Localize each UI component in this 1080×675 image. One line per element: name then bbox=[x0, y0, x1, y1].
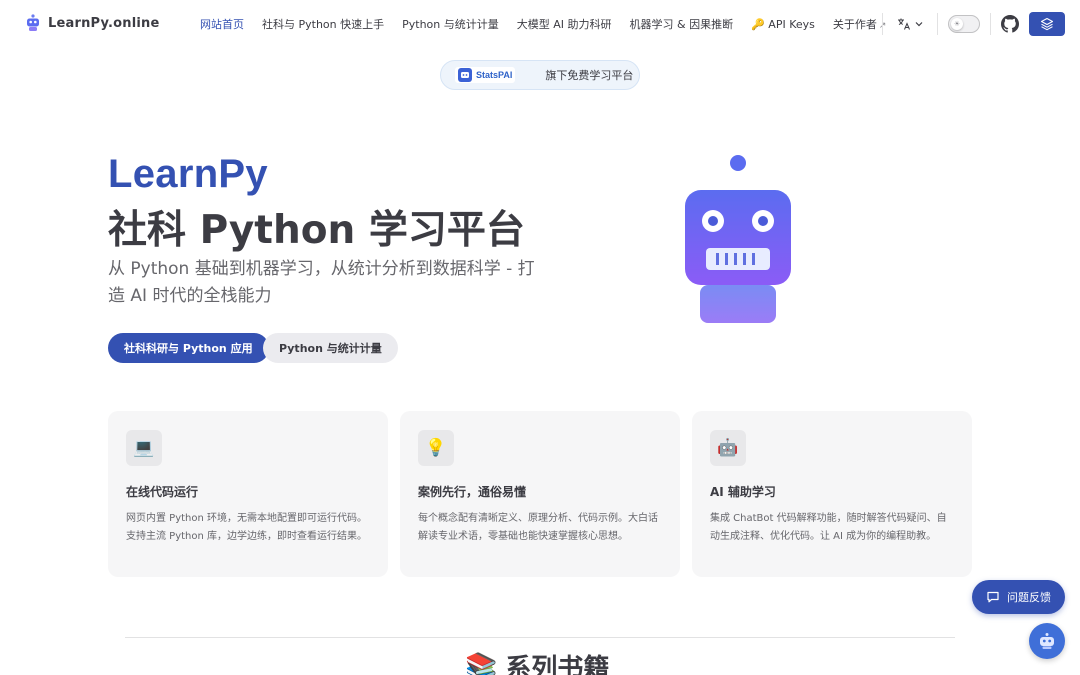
feature-cards: 💻 在线代码运行 网页内置 Python 环境，无需本地配置即可运行代码。支持主… bbox=[108, 411, 972, 577]
nav-link-llm-research[interactable]: 大模型 AI 助力科研 bbox=[517, 16, 612, 32]
feature-title: 案例先行，通俗易懂 bbox=[418, 485, 527, 499]
nav-tools: ☀ bbox=[872, 12, 1065, 36]
statspai-logo: StatsPAI bbox=[455, 67, 516, 83]
statspai-logo-icon bbox=[458, 68, 472, 82]
books-icon: 📚 bbox=[465, 651, 498, 675]
hero-secondary-button[interactable]: Python 与统计计量 bbox=[263, 333, 398, 363]
robot-icon: 🤖 bbox=[710, 430, 746, 466]
banner-text: 旗下免费学习平台 bbox=[545, 69, 634, 82]
books-section-title: 系列书籍 bbox=[505, 654, 610, 675]
robot-logo-icon bbox=[27, 14, 39, 31]
feature-card-case-first: 💡 案例先行，通俗易懂 每个概念配有清晰定义、原理分析、代码示例。大白话解读专业… bbox=[400, 411, 680, 577]
laptop-icon: 💻 bbox=[126, 430, 162, 466]
feature-card-ai-assist: 🤖 AI 辅助学习 集成 ChatBot 代码解释功能，随时解答代码疑问、自动生… bbox=[692, 411, 972, 577]
nav-links: 网站首页 社科与 Python 快速上手 Python 与统计计量 大模型 AI… bbox=[200, 16, 904, 32]
sun-icon: ☀ bbox=[951, 18, 963, 30]
statspai-banner[interactable]: StatsPAI 旗下免费学习平台 bbox=[440, 60, 640, 90]
nav-divider bbox=[882, 13, 883, 35]
books-section-heading: 📚 系列书籍 bbox=[465, 648, 609, 675]
statspai-logo-text: StatsPAI bbox=[476, 70, 513, 80]
hero-primary-button[interactable]: 社科科研与 Python 应用 bbox=[108, 333, 269, 363]
feature-card-online-code: 💻 在线代码运行 网页内置 Python 环境，无需本地配置即可运行代码。支持主… bbox=[108, 411, 388, 577]
top-navbar: LearnPy.online 网站首页 社科与 Python 快速上手 Pyth… bbox=[0, 0, 1080, 48]
github-icon[interactable] bbox=[1001, 15, 1019, 33]
feature-title: AI 辅助学习 bbox=[710, 485, 776, 499]
lightbulb-icon: 💡 bbox=[418, 430, 454, 466]
feature-description: 网页内置 Python 环境，无需本地配置即可运行代码。支持主流 Python … bbox=[126, 513, 368, 542]
robot-illustration bbox=[685, 155, 791, 323]
theme-toggle[interactable]: ☀ bbox=[948, 15, 980, 33]
language-switcher[interactable] bbox=[893, 17, 927, 31]
layers-icon bbox=[1040, 17, 1054, 31]
robot-icon bbox=[1040, 633, 1054, 649]
nav-divider bbox=[990, 13, 991, 35]
feature-description: 集成 ChatBot 代码解释功能，随时解答代码疑问、自动生成注释、优化代码。让… bbox=[710, 513, 947, 542]
nav-link-home[interactable]: 网站首页 bbox=[200, 16, 244, 32]
feedback-button[interactable]: 问题反馈 bbox=[972, 580, 1065, 614]
nav-link-statistics[interactable]: Python 与统计计量 bbox=[402, 16, 499, 32]
hero-tagline: 从 Python 基础到机器学习，从统计分析到数据科学 - 打造 AI 时代的全… bbox=[108, 259, 535, 306]
feature-description: 每个概念配有清晰定义、原理分析、代码示例。大白话解读专业术语，零基础也能快速掌握… bbox=[418, 513, 658, 542]
translate-icon bbox=[898, 18, 910, 30]
nav-link-ml-causal[interactable]: 机器学习 & 因果推断 bbox=[630, 16, 734, 32]
chevron-down-icon bbox=[915, 22, 923, 27]
site-title: LearnPy.online bbox=[48, 15, 160, 31]
nav-divider bbox=[937, 13, 938, 35]
hero-name: LearnPy bbox=[108, 152, 268, 196]
feature-title: 在线代码运行 bbox=[126, 485, 199, 499]
section-divider bbox=[125, 637, 955, 638]
nav-link-api-keys[interactable]: 🔑 API Keys bbox=[751, 18, 815, 31]
layers-button[interactable] bbox=[1029, 12, 1065, 36]
chatbot-button[interactable] bbox=[1029, 623, 1065, 659]
chat-bubble-icon bbox=[987, 591, 999, 603]
hero-title: 社科 Python 学习平台 bbox=[108, 208, 525, 253]
nav-link-quickstart[interactable]: 社科与 Python 快速上手 bbox=[262, 16, 384, 32]
nav-link-about-label: 关于作者 bbox=[832, 18, 877, 31]
feedback-label: 问题反馈 bbox=[1007, 591, 1051, 604]
site-brand[interactable]: LearnPy.online bbox=[26, 14, 160, 32]
